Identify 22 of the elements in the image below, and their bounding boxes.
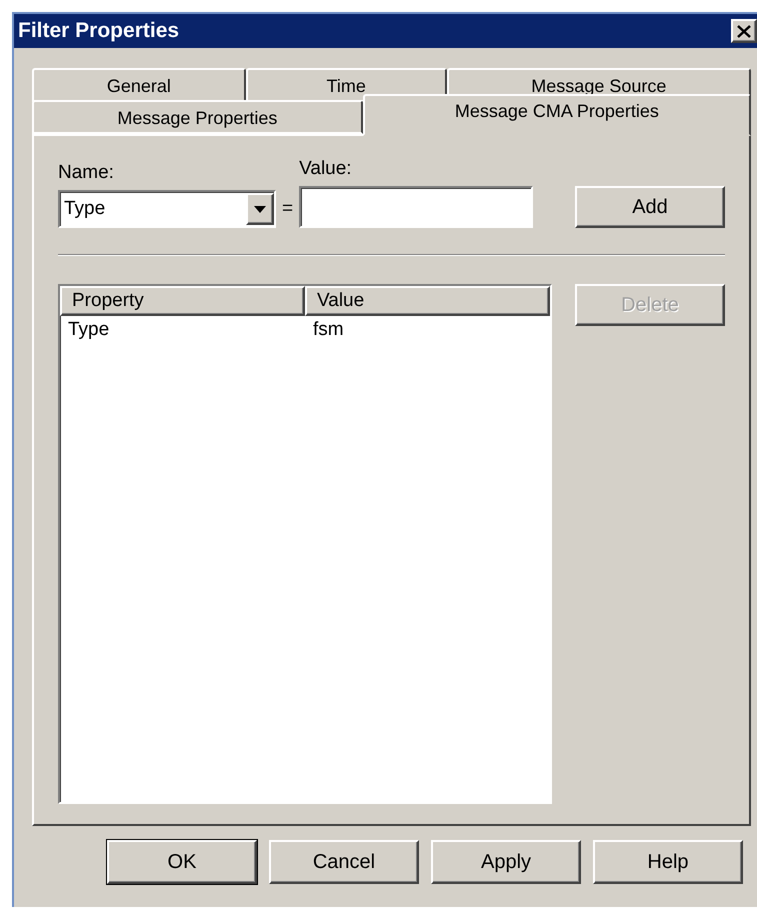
add-button[interactable]: Add xyxy=(575,186,725,228)
window-title: Filter Properties xyxy=(18,19,180,43)
dialog-button[interactable]: Help xyxy=(593,840,743,884)
dropdown-button[interactable] xyxy=(246,193,274,225)
dialog-button[interactable]: OK xyxy=(107,840,257,884)
dialog-button[interactable]: Cancel xyxy=(269,840,419,884)
column-header[interactable]: Value xyxy=(305,286,550,316)
tab[interactable]: Message CMA Properties xyxy=(362,94,751,136)
tab[interactable]: General xyxy=(32,68,246,102)
name-dropdown[interactable]: Type xyxy=(58,190,276,228)
close-button[interactable] xyxy=(731,19,757,43)
close-icon xyxy=(737,24,751,38)
field-label: Name: xyxy=(58,162,115,184)
column-header[interactable]: Property xyxy=(60,286,305,316)
field-label: Value: xyxy=(299,158,353,180)
dialog-button[interactable]: Apply xyxy=(431,840,581,884)
equals-sign: = xyxy=(282,198,294,221)
value-field[interactable] xyxy=(299,186,534,228)
tab[interactable]: Message Properties xyxy=(32,100,363,134)
table-cell-text: Type xyxy=(67,318,110,342)
caret-icon xyxy=(254,206,266,212)
table-cell-text: fsm xyxy=(312,318,345,342)
